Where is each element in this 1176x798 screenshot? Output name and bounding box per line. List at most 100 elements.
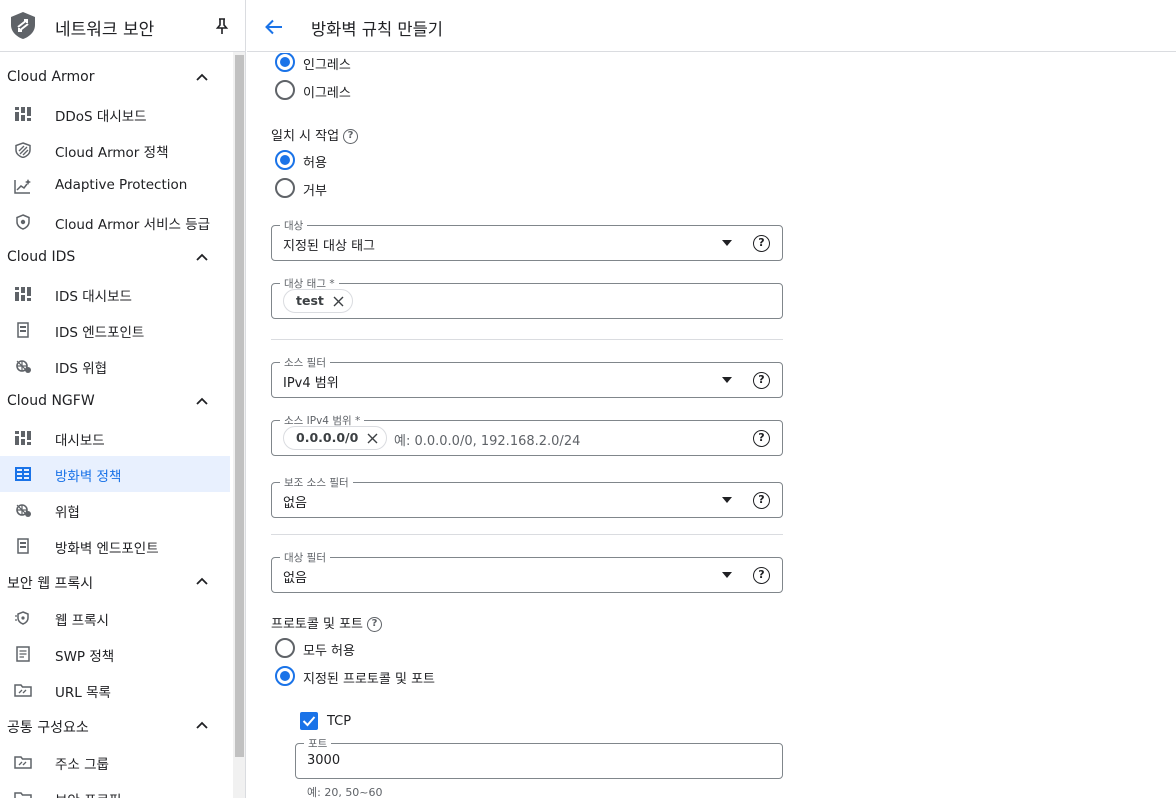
radio-button[interactable] [275,53,295,72]
threat-icon [16,360,31,373]
radio-label: 모두 허용 [303,644,355,659]
help-icon[interactable]: ? [753,492,770,509]
sidebar-item-swp-policies[interactable]: SWP 정책 [0,636,230,672]
sidebar-item-label: 대시보드 [55,433,105,449]
sidebar-item-label: URL 목록 [55,685,111,701]
help-icon[interactable]: ? [753,567,770,584]
firewall-icon [15,467,31,481]
sidebar-item-ids-endpoints[interactable]: IDS 엔드포인트 [0,312,230,348]
select-value: IPv4 범위 [283,376,339,391]
sidebar-item-label: DDoS 대시보드 [55,109,147,125]
sidebar-item-web-proxy[interactable]: 웹 프록시 [0,600,230,636]
section-cloud-ids[interactable]: Cloud IDS [7,246,217,270]
destination-filter-select[interactable]: 대상 필터 없음 ? [271,550,783,593]
radio-label: 허용 [303,156,327,171]
field-label: 대상 필터 [280,550,330,565]
radio-button[interactable] [275,638,295,658]
sidebar-item-cloud-armor-policies[interactable]: Cloud Armor 정책 [0,132,230,168]
dashboard-icon [15,287,31,301]
endpoint-icon [17,322,29,338]
sidebar-item-label: IDS 위협 [55,361,108,377]
url-list-icon [14,684,32,697]
chevron-up-icon [196,577,208,585]
sidebar-item-label: IDS 엔드포인트 [55,325,145,341]
targets-select[interactable]: 대상 지정된 대상 태그 ? [271,218,783,261]
sidebar-item-ids-threats[interactable]: IDS 위협 [0,348,230,384]
tcp-label: TCP [327,714,352,729]
sidebar-header: 네트워크 보안 [0,0,245,52]
sidebar-item-cloud-armor-tiers[interactable]: Cloud Armor 서비스 등급 [0,204,230,240]
chevron-up-icon [196,397,208,405]
sidebar-scrollbar-thumb[interactable] [235,55,244,757]
input-value: 3000 [307,753,341,768]
sidebar-item-label: Cloud Armor 정책 [55,145,169,161]
chevron-up-icon [196,73,208,81]
pin-icon[interactable] [213,17,231,35]
address-group-icon [14,756,32,769]
close-icon[interactable] [333,296,344,307]
help-icon[interactable]: ? [753,372,770,389]
section-cloud-ngfw[interactable]: Cloud NGFW [7,390,217,414]
policy-list-icon [16,646,30,662]
sidebar-item-ids-dashboard[interactable]: IDS 대시보드 [0,276,230,312]
section-title: Cloud NGFW [7,393,95,409]
section-title: Cloud IDS [7,249,76,265]
field-label: 소스 필터 [280,355,330,370]
endpoint-icon [17,538,29,554]
shield-network-icon [10,11,36,40]
chevron-up-icon [196,721,208,729]
sidebar-item-ngfw-dashboard[interactable]: 대시보드 [0,420,230,456]
section-secure-web-proxy[interactable]: 보안 웹 프록시 [7,570,217,594]
divider [271,534,783,535]
help-icon[interactable]: ? [753,235,770,252]
security-profile-icon [14,792,32,798]
page-title: 방화벽 규칙 만들기 [311,20,443,39]
radio-label: 인그레스 [303,58,351,73]
dropdown-arrow-icon [722,240,732,246]
sidebar-item-ddos-dashboard[interactable]: DDoS 대시보드 [0,96,230,132]
sidebar-item-firewall-endpoints[interactable]: 방화벽 엔드포인트 [0,528,230,564]
section-cloud-armor[interactable]: Cloud Armor [7,66,217,90]
radio-button[interactable] [275,150,295,170]
radio-button[interactable] [275,80,295,100]
check-icon [302,716,316,727]
source-ipv4-ranges-input[interactable]: 소스 IPv4 범위 * 0.0.0.0/0 예: 0.0.0.0/0, 192… [271,413,783,456]
arrow-back-icon[interactable] [264,17,284,37]
second-source-filter-select[interactable]: 보조 소스 필터 없음 ? [271,475,783,518]
tcp-ports-input[interactable]: 포트 3000 [295,736,783,779]
action-section-label: 일치 시 작업? [271,125,359,144]
close-icon[interactable] [367,433,378,444]
sidebar-item-url-lists[interactable]: URL 목록 [0,672,230,708]
chevron-up-icon [196,253,208,261]
sidebar-item-security-profiles[interactable]: 보안 프로필 [0,780,230,798]
field-label: 보조 소스 필터 [280,475,353,490]
divider [271,339,783,340]
target-tags-input[interactable]: 대상 태그 * test [271,276,783,319]
ip-range-chip: 0.0.0.0/0 [283,426,388,450]
source-filter-select[interactable]: 소스 필터 IPv4 범위 ? [271,355,783,398]
help-icon[interactable]: ? [343,129,359,144]
radio-label: 거부 [303,184,327,199]
help-icon[interactable]: ? [367,617,382,632]
sidebar-item-label: SWP 정책 [55,649,115,665]
dropdown-arrow-icon [722,572,732,578]
section-common-components[interactable]: 공통 구성요소 [7,714,217,738]
radio-button[interactable] [275,178,295,198]
tag-chip: test [283,289,353,313]
shield-tier-icon [16,214,30,230]
radio-button[interactable] [275,666,295,686]
sidebar-item-address-groups[interactable]: 주소 그룹 [0,744,230,780]
protocols-section-label: 프로토콜 및 포트? [271,613,382,632]
select-value: 없음 [283,571,307,586]
sidebar-item-adaptive-protection[interactable]: Adaptive Protection [0,168,230,204]
threat-icon [16,504,31,517]
sidebar-item-ngfw-threats[interactable]: 위협 [0,492,230,528]
tcp-checkbox[interactable] [300,712,318,730]
side-navigation: 네트워크 보안 Cloud Armor DDoS 대시보드 Cloud Armo… [0,0,246,798]
sidebar-item-firewall-policies[interactable]: 방화벽 정책 [0,456,230,492]
help-icon[interactable]: ? [753,430,770,447]
sidebar-item-label: 주소 그룹 [55,757,109,773]
sidebar-item-label: Adaptive Protection [55,177,188,193]
chip-label: 0.0.0.0/0 [296,430,359,445]
select-value: 없음 [283,496,307,511]
